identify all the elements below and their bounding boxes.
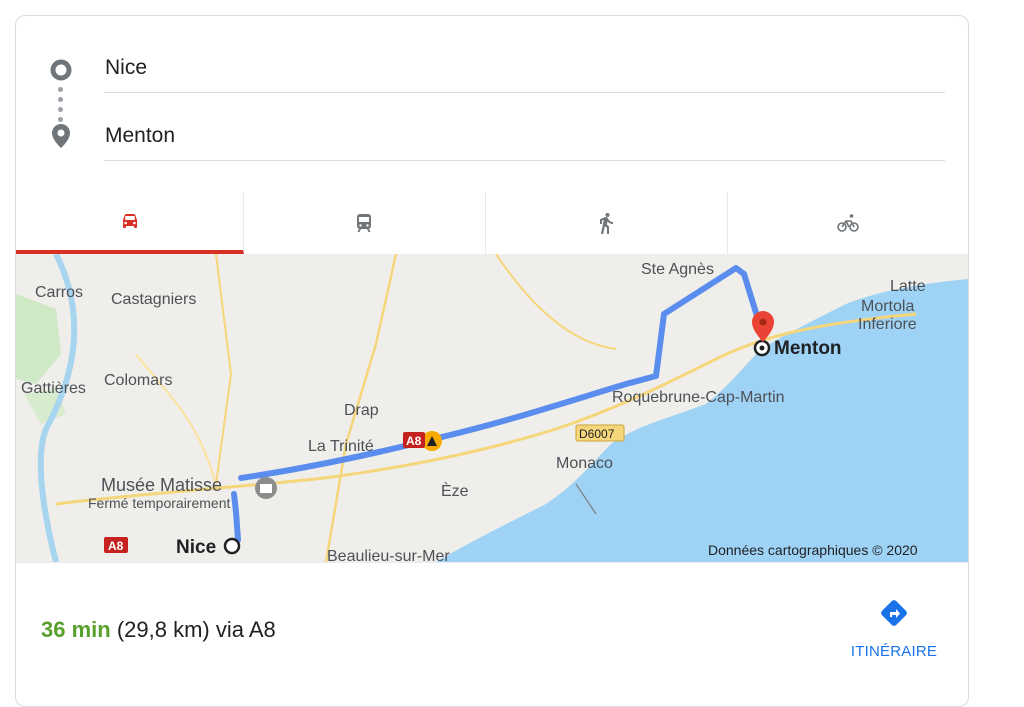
directions-icon [881, 600, 907, 626]
map-label-la-trinite: La Trinité [308, 438, 374, 455]
travel-mode-tabs [16, 192, 968, 255]
origin-circle-icon [50, 59, 72, 81]
bike-icon [836, 214, 859, 232]
map-label-colomars: Colomars [104, 372, 172, 389]
destination-row: Menton [16, 112, 968, 172]
directions-button[interactable]: ITINÉRAIRE [844, 597, 944, 677]
route-map[interactable]: Ste Agnès Latte Carros Castagniers Morto… [16, 254, 968, 562]
map-canvas[interactable]: Ste Agnès Latte Carros Castagniers Morto… [16, 254, 968, 562]
map-label-a8: A8 [108, 539, 124, 553]
map-label-carros: Carros [35, 284, 83, 301]
map-label-a8-top: A8 [406, 434, 422, 448]
route-duration: 36 min [41, 617, 111, 642]
origin-input[interactable]: Nice [104, 44, 945, 93]
map-label-gattieres: Gattières [21, 380, 86, 397]
map-label-nice: Nice [176, 537, 216, 558]
route-summary-text: 36 min (29,8 km) via A8 [41, 617, 276, 643]
map-label-ste-agnes: Ste Agnès [641, 261, 714, 278]
origin-row: Nice [16, 40, 968, 100]
tab-cycling[interactable] [727, 192, 968, 254]
car-icon [122, 214, 137, 228]
tab-transit[interactable] [243, 192, 486, 254]
map-label-beaulieu: Beaulieu-sur-Mer [327, 548, 450, 562]
destination-marker-center [759, 345, 765, 351]
map-attribution: Données cartographiques © 2020 [708, 542, 918, 558]
route-details: (29,8 km) via A8 [110, 617, 276, 642]
transit-icon [357, 214, 371, 232]
map-label-drap: Drap [344, 402, 379, 419]
pin-dot [759, 318, 767, 326]
map-label-monaco: Monaco [556, 455, 613, 472]
tab-walking[interactable] [485, 192, 728, 254]
map-label-ferme: Fermé temporairement [88, 495, 230, 511]
destination-pin-icon [52, 124, 70, 148]
tab-driving[interactable] [16, 192, 244, 254]
route-summary: 36 min (29,8 km) via A8 ITINÉRAIRE [16, 562, 968, 706]
origin-marker-icon[interactable] [223, 537, 241, 555]
map-label-eze: Èze [441, 481, 469, 500]
walk-icon [600, 213, 613, 234]
destination-input[interactable]: Menton [104, 112, 945, 161]
directions-card: Nice Menton Ste Agnès Latte Carros Casta… [15, 15, 969, 707]
map-label-latte: Latte [890, 278, 926, 295]
map-label-musee-matisse: Musée Matisse [101, 475, 222, 495]
directions-label: ITINÉRAIRE [850, 643, 938, 660]
map-label-castagniers: Castagniers [111, 291, 196, 308]
map-label-menton: Menton [774, 338, 842, 359]
museum-glyph [260, 484, 272, 493]
map-label-roquebrune: Roquebrune-Cap-Martin [612, 389, 785, 406]
map-label-d6007: D6007 [579, 427, 615, 441]
map-label-mortola: Mortola [861, 298, 914, 315]
map-label-inferiore: Inferiore [858, 316, 917, 333]
